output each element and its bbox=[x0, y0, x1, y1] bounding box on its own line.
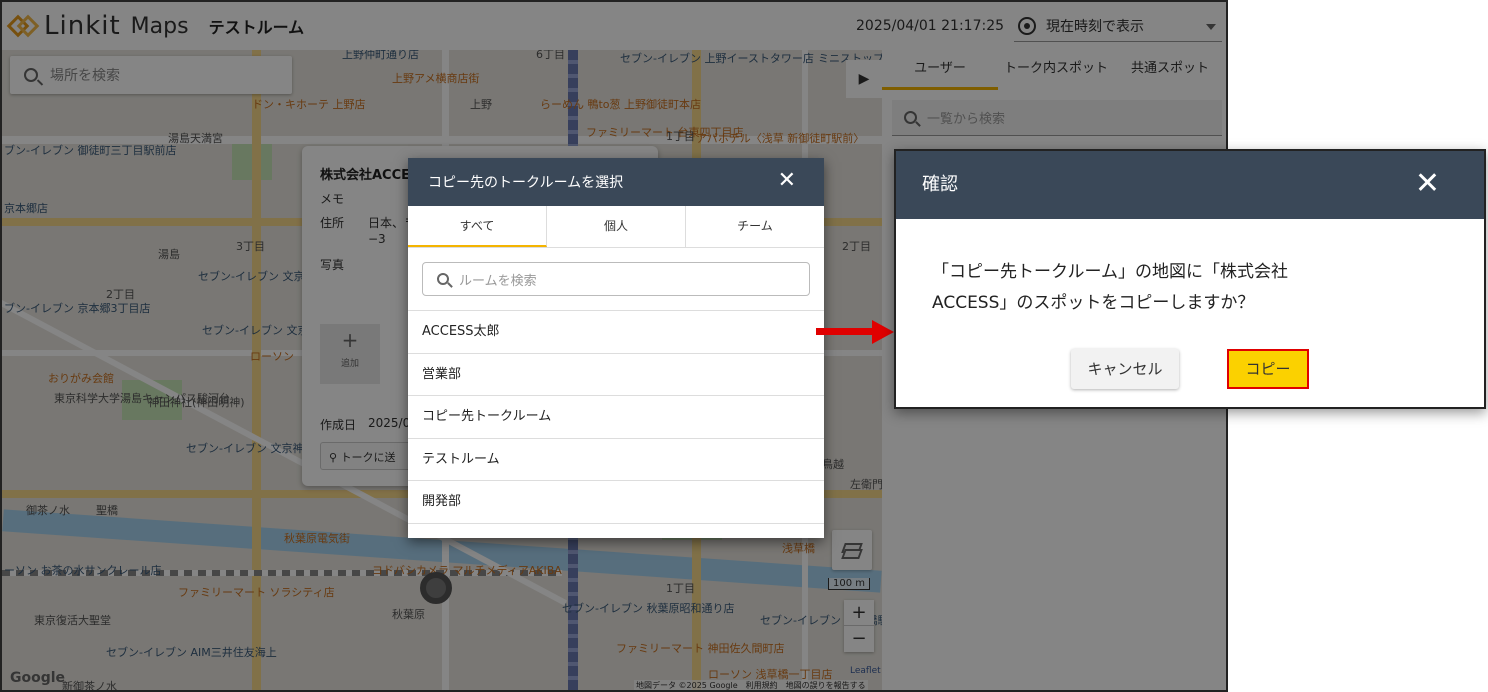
cancel-button[interactable]: キャンセル bbox=[1071, 349, 1179, 389]
confirm-dialog-title: 確認 bbox=[922, 174, 958, 195]
room-list-item[interactable]: コピー先トークルーム bbox=[408, 396, 824, 439]
tab-team[interactable]: チーム bbox=[686, 206, 824, 247]
confirm-dialog-header: 確認 ✕ bbox=[896, 151, 1484, 219]
confirm-message-line-2: ACCESS」のスポットをコピーしますか？ bbox=[932, 293, 1255, 313]
tab-personal[interactable]: 個人 bbox=[547, 206, 686, 247]
room-list-item[interactable]: 営業部 bbox=[408, 354, 824, 396]
room-list-item[interactable]: 開発部 bbox=[408, 481, 824, 524]
room-search-input[interactable]: ルームを検索 bbox=[422, 262, 810, 296]
room-list: ACCESS太郎 営業部 コピー先トークルーム テストルーム 開発部 bbox=[408, 310, 824, 524]
arrow-shaft bbox=[816, 328, 874, 335]
arrow-head bbox=[872, 320, 894, 344]
confirm-message: 「コピー先トークルーム」の地図に「株式会社 ACCESS」のスポットをコピーしま… bbox=[932, 257, 1392, 319]
confirm-dialog: 確認 ✕ 「コピー先トークルーム」の地図に「株式会社 ACCESS」のスポットを… bbox=[894, 149, 1486, 409]
room-search-placeholder: ルームを検索 bbox=[459, 273, 537, 289]
copy-dialog-tabs: すべて 個人 チーム bbox=[408, 206, 824, 248]
annotation-arrow-icon bbox=[816, 320, 896, 344]
close-icon[interactable]: ✕ bbox=[778, 170, 796, 192]
close-icon[interactable]: ✕ bbox=[1415, 151, 1440, 217]
search-icon bbox=[437, 273, 449, 285]
room-list-item[interactable]: ACCESS太郎 bbox=[408, 311, 824, 354]
copy-dialog-title: コピー先のトークルームを選択 bbox=[428, 175, 624, 191]
tab-all[interactable]: すべて bbox=[408, 206, 547, 247]
room-list-item[interactable]: テストルーム bbox=[408, 439, 824, 481]
confirm-message-line-1: 「コピー先トークルーム」の地図に「株式会社 bbox=[932, 262, 1288, 282]
copy-destination-dialog: コピー先のトークルームを選択 ✕ すべて 個人 チーム ルームを検索 ACCES… bbox=[408, 158, 824, 538]
copy-button[interactable]: コピー bbox=[1227, 349, 1309, 389]
copy-dialog-header: コピー先のトークルームを選択 ✕ bbox=[408, 158, 824, 206]
